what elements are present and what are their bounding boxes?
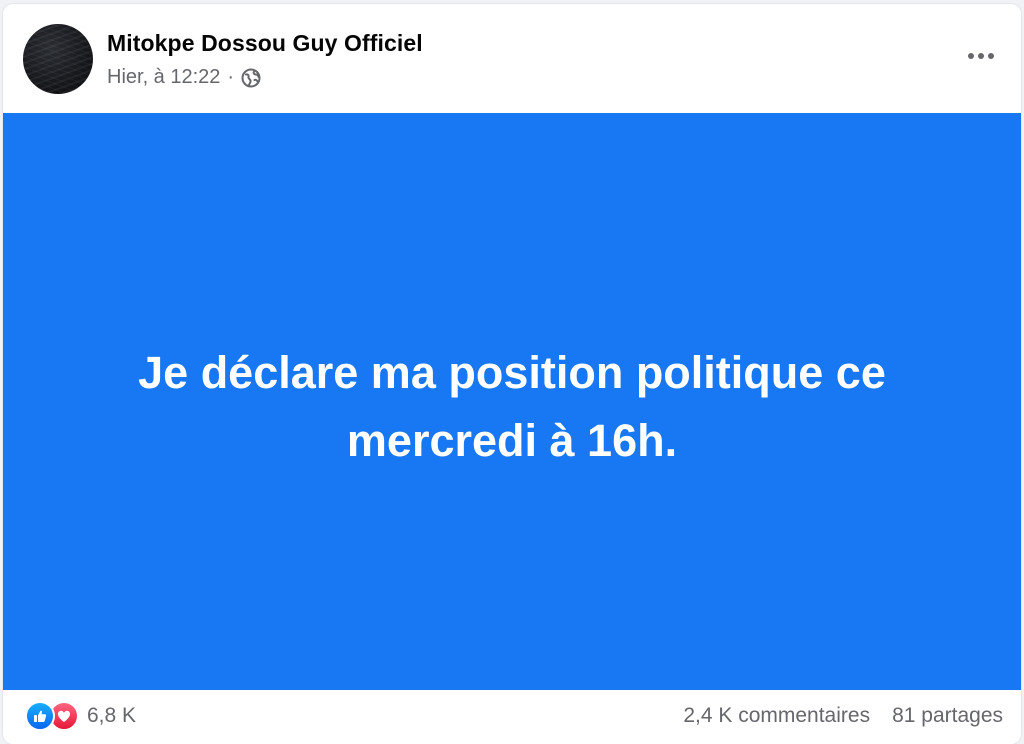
stats-gap <box>870 704 892 728</box>
post-meta: Hier, à 12:22 · <box>107 66 261 89</box>
reactions-summary[interactable]: 6,8 K <box>25 701 136 731</box>
engagement-stats: 2,4 K commentaires 81 partages <box>683 704 1003 728</box>
profile-avatar[interactable] <box>23 24 93 94</box>
dot-1 <box>968 53 974 59</box>
post-timestamp[interactable]: Hier, à 12:22 <box>107 66 220 89</box>
dot-3 <box>988 53 994 59</box>
like-icon <box>25 701 55 731</box>
meta-separator: · <box>227 66 235 88</box>
post-footer: 6,8 K 2,4 K commentaires 81 partages <box>3 690 1021 736</box>
dot-2 <box>978 53 984 59</box>
post-text: Je déclare ma position politique ce merc… <box>138 346 886 466</box>
more-options-icon[interactable] <box>961 42 1001 70</box>
post-text-background[interactable]: Je déclare ma position politique ce merc… <box>3 113 1021 690</box>
author-name[interactable]: Mitokpe Dossou Guy Officiel <box>107 30 423 57</box>
post-card: Mitokpe Dossou Guy Officiel Hier, à 12:2… <box>3 4 1021 744</box>
comments-count[interactable]: 2,4 K commentaires <box>683 704 870 728</box>
reaction-count: 6,8 K <box>87 704 137 727</box>
globe-icon[interactable] <box>241 68 261 88</box>
post-header: Mitokpe Dossou Guy Officiel Hier, à 12:2… <box>3 4 1021 113</box>
shares-count[interactable]: 81 partages <box>892 704 1003 728</box>
